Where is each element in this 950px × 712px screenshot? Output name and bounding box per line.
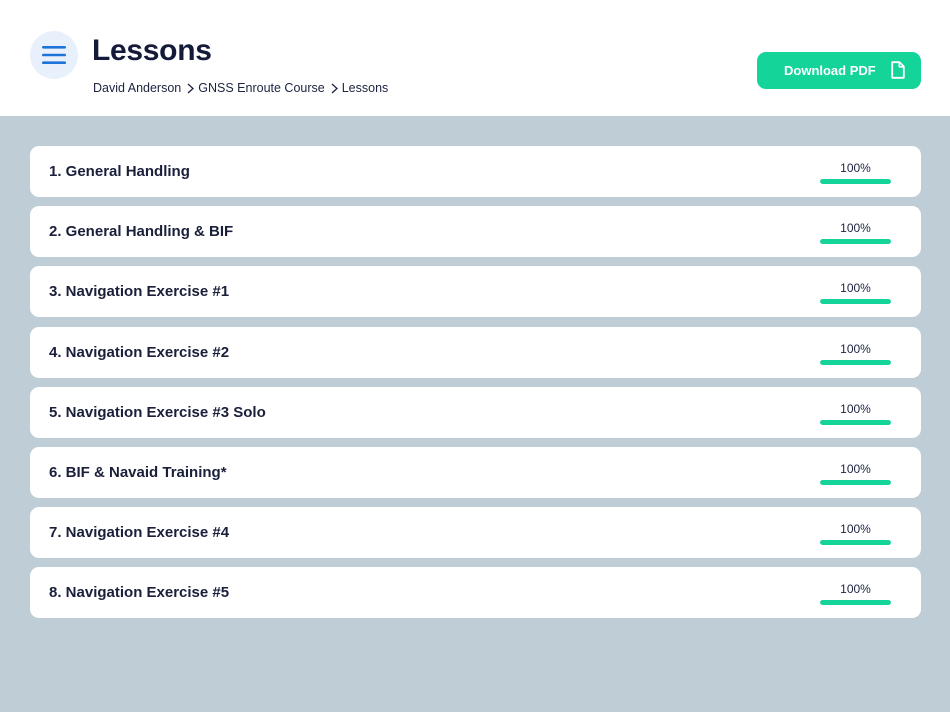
- progress-bar: [820, 419, 891, 425]
- lesson-title: 4. Navigation Exercise #2: [49, 343, 230, 361]
- chevron-right-icon: [331, 83, 338, 94]
- lesson-title: 2. General Handling & BIF: [49, 223, 234, 241]
- hamburger-icon: [42, 46, 66, 64]
- progress-fill: [820, 359, 891, 365]
- lesson-progress: 100%: [820, 462, 891, 485]
- lesson-progress: 100%: [820, 342, 891, 365]
- lesson-progress: 100%: [820, 402, 891, 425]
- breadcrumb-item-current: Lessons: [341, 81, 389, 95]
- lesson-row[interactable]: 6. BIF & Navaid Training* 100%: [30, 446, 921, 498]
- progress-percent: 100%: [840, 461, 871, 476]
- progress-fill: [820, 540, 891, 546]
- download-pdf-button[interactable]: Download PDF: [757, 52, 921, 89]
- lesson-title: 8. Navigation Exercise #5: [49, 584, 230, 602]
- document-icon: [891, 61, 905, 79]
- progress-bar: [820, 540, 891, 546]
- page-title: Lessons: [92, 34, 212, 67]
- progress-fill: [820, 179, 891, 184]
- progress-fill: [820, 479, 891, 485]
- progress-fill: [820, 600, 891, 606]
- lesson-title: 6. BIF & Navaid Training*: [49, 463, 227, 481]
- progress-bar: [820, 359, 891, 365]
- progress-bar: [820, 299, 891, 305]
- menu-button[interactable]: [30, 31, 78, 79]
- breadcrumb-item-course[interactable]: GNSS Enroute Course: [198, 81, 324, 95]
- lesson-row[interactable]: 5. Navigation Exercise #3 Solo 100%: [30, 386, 921, 438]
- lesson-list: 1. General Handling 100% 2. General Hand…: [30, 146, 921, 628]
- lesson-row[interactable]: 1. General Handling 100%: [30, 146, 921, 197]
- progress-bar: [820, 239, 891, 245]
- progress-fill: [820, 239, 891, 245]
- lesson-row[interactable]: 4. Navigation Exercise #2 100%: [30, 326, 921, 378]
- lesson-progress: 100%: [820, 582, 891, 606]
- breadcrumb: David Anderson GNSS Enroute Course Lesso…: [93, 81, 388, 95]
- download-pdf-label: Download PDF: [784, 63, 876, 78]
- progress-percent: 100%: [840, 401, 871, 416]
- progress-percent: 100%: [840, 582, 871, 597]
- progress-fill: [820, 419, 891, 425]
- progress-bar: [820, 179, 891, 184]
- progress-percent: 100%: [840, 281, 871, 296]
- progress-percent: 100%: [840, 522, 871, 537]
- lesson-title: 1. General Handling: [49, 163, 190, 180]
- progress-percent: 100%: [840, 341, 871, 356]
- lesson-title: 7. Navigation Exercise #4: [49, 524, 230, 542]
- lesson-row[interactable]: 2. General Handling & BIF 100%: [30, 206, 921, 258]
- breadcrumb-item-user[interactable]: David Anderson: [93, 81, 181, 95]
- lesson-title: 3. Navigation Exercise #1: [49, 283, 230, 301]
- progress-bar: [820, 479, 891, 485]
- lesson-row[interactable]: 7. Navigation Exercise #4 100%: [30, 507, 921, 559]
- chevron-right-icon: [187, 83, 195, 94]
- lesson-progress: 100%: [820, 221, 891, 245]
- progress-bar: [820, 600, 891, 606]
- lesson-row[interactable]: 3. Navigation Exercise #1 100%: [30, 266, 921, 318]
- lesson-title: 5. Navigation Exercise #3 Solo: [49, 403, 266, 421]
- lesson-progress: 100%: [820, 522, 891, 546]
- lesson-row[interactable]: 8. Navigation Exercise #5 100%: [30, 567, 921, 619]
- progress-percent: 100%: [840, 221, 871, 236]
- lesson-progress: 100%: [820, 281, 891, 305]
- page-header: Lessons David Anderson GNSS Enroute Cour…: [0, 0, 950, 116]
- progress-percent: 100%: [840, 161, 871, 175]
- progress-fill: [820, 299, 891, 305]
- lesson-progress: 100%: [820, 161, 891, 184]
